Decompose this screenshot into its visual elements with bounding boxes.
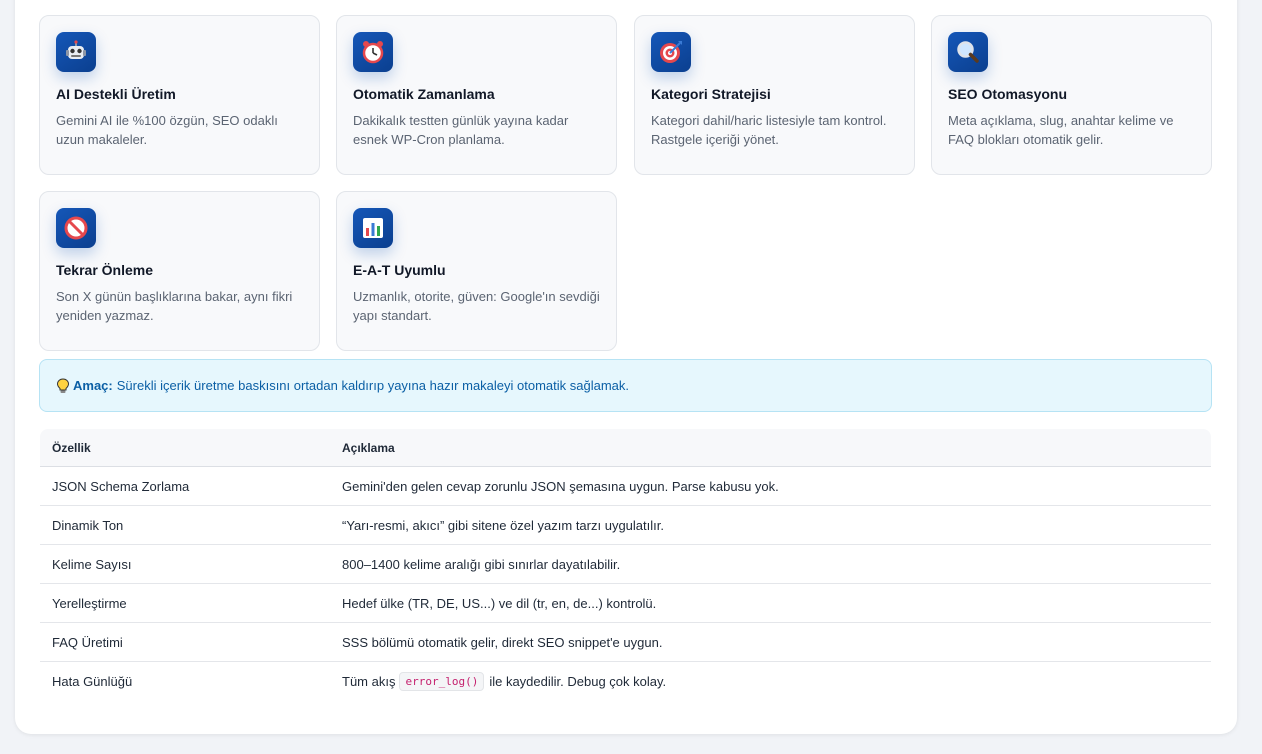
table-row: Hata Günlüğü Tüm akış error_log() ile ka…: [40, 662, 1211, 701]
cell-description-start: Tüm akış: [342, 674, 396, 689]
feature-card-scheduling: Otomatik Zamanlama Dakikalık testten gün…: [336, 15, 617, 175]
feature-title: Otomatik Zamanlama: [353, 86, 495, 102]
feature-description: Uzmanlık, otorite, güven: Google'ın sevd…: [353, 289, 600, 323]
cell-description: Hedef ülke (TR, DE, US...) ve dil (tr, e…: [342, 595, 657, 611]
feature-description: Kategori dahil/haric listesiyle tam kont…: [651, 113, 887, 147]
feature-card-seo-automation: SEO Otomasyonu Meta açıklama, slug, anah…: [931, 15, 1212, 175]
feature-title: Kategori Stratejisi: [651, 86, 771, 102]
cell-feature: Hata Günlüğü: [52, 674, 133, 689]
cell-feature: Yerelleştirme: [52, 595, 127, 611]
no-entry-icon: [56, 208, 96, 248]
cell-description-end: ile kaydedilir. Debug çok kolay.: [489, 674, 667, 689]
cell-description: Gemini'den gelen cevap zorunlu JSON şema…: [342, 478, 779, 494]
feature-title: Tekrar Önleme: [56, 262, 154, 278]
column-header-description: Açıklama: [342, 440, 395, 455]
goal-callout: Amaç: Sürekli içerik üretme baskısını or…: [39, 359, 1212, 412]
feature-description: Dakikalık testten günlük yayına kadar es…: [353, 113, 569, 147]
feature-card-eat-compliance: E-A-T Uyumlu Uzmanlık, otorite, güven: G…: [336, 191, 617, 351]
alarm-clock-icon: [353, 32, 393, 72]
cell-description: “Yarı-resmi, akıcı” gibi sitene özel yaz…: [342, 517, 664, 533]
table-row: JSON Schema Zorlama Gemini'den gelen cev…: [40, 467, 1211, 506]
cell-description: 800–1400 kelime aralığı gibi sınırlar da…: [342, 556, 621, 572]
table-row: Dinamik Ton “Yarı-resmi, akıcı” gibi sit…: [40, 506, 1211, 545]
cell-feature: Dinamik Ton: [52, 517, 124, 533]
table-header: Özellik Açıklama: [40, 429, 1211, 467]
bar-chart-icon: [353, 208, 393, 248]
feature-card-duplicate-prevention: Tekrar Önleme Son X günün başlıklarına b…: [39, 191, 320, 351]
cell-description: Tüm akış error_log() ile kaydedilir. Deb…: [342, 672, 1211, 691]
feature-title: AI Destekli Üretim: [56, 86, 176, 102]
feature-description: Son X günün başlıklarına bakar, aynı fik…: [56, 289, 293, 323]
goal-label: Amaç:: [73, 378, 113, 393]
feature-card-category-strategy: Kategori Stratejisi Kategori dahil/haric…: [634, 15, 915, 175]
inline-code: error_log(): [399, 672, 485, 691]
target-icon: [651, 32, 691, 72]
table-row: Yerelleştirme Hedef ülke (TR, DE, US...)…: [40, 584, 1211, 623]
cell-feature: FAQ Üretimi: [52, 634, 123, 650]
feature-title: E-A-T Uyumlu: [353, 262, 446, 278]
feature-title: SEO Otomasyonu: [948, 86, 1068, 102]
goal-text: Sürekli içerik üretme baskısını ortadan …: [116, 378, 630, 393]
robot-icon: [56, 32, 96, 72]
feature-description: Gemini AI ile %100 özgün, SEO odaklı uzu…: [56, 113, 278, 147]
feature-description: Meta açıklama, slug, anahtar kelime ve F…: [948, 113, 1174, 147]
lightbulb-icon: [56, 377, 70, 393]
feature-table: Özellik Açıklama JSON Schema Zorlama Gem…: [40, 429, 1211, 701]
magnifier-icon: [948, 32, 988, 72]
cell-feature: JSON Schema Zorlama: [52, 478, 190, 494]
feature-card-ai-generation: AI Destekli Üretim Gemini AI ile %100 öz…: [39, 15, 320, 175]
cell-feature: Kelime Sayısı: [52, 556, 132, 572]
table-row: Kelime Sayısı 800–1400 kelime aralığı gi…: [40, 545, 1211, 584]
table-row: FAQ Üretimi SSS bölümü otomatik gelir, d…: [40, 623, 1211, 662]
cell-description: SSS bölümü otomatik gelir, direkt SEO sn…: [342, 634, 663, 650]
column-header-feature: Özellik: [52, 440, 91, 455]
